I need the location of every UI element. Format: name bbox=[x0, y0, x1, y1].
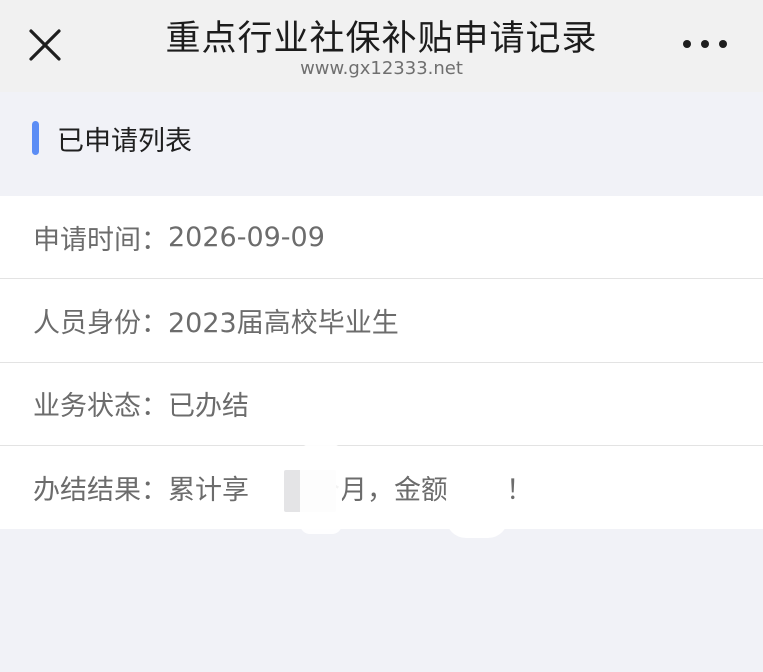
section-header: 已申请列表 bbox=[32, 118, 192, 158]
record-value-part: ！ bbox=[506, 474, 533, 506]
record-row-apply-time: 申请时间： 2026-09-09 bbox=[0, 196, 763, 280]
redaction-mark bbox=[446, 462, 508, 538]
title-bar: 重点行业社保补贴申请记录 www.gx12333.net bbox=[0, 0, 763, 92]
redaction-mark bbox=[300, 444, 342, 534]
record-label: 业务状态： bbox=[33, 391, 168, 423]
page-title: 重点行业社保补贴申请记录 bbox=[165, 19, 598, 59]
section-title: 已申请列表 bbox=[57, 125, 192, 157]
more-icon bbox=[683, 40, 691, 48]
record-row-identity: 人员身份： 2023届高校毕业生 bbox=[0, 279, 763, 363]
record-row-status: 业务状态： 已办结 bbox=[0, 363, 763, 446]
page-url: www.gx12333.net bbox=[300, 58, 463, 79]
record-label: 人员身份： bbox=[33, 307, 168, 339]
more-button[interactable] bbox=[683, 36, 727, 52]
record-card: 申请时间： 2026-09-09 人员身份： 2023届高校毕业生 业务状态： … bbox=[0, 196, 763, 529]
app-page: 重点行业社保补贴申请记录 www.gx12333.net 已申请列表 申请时间：… bbox=[0, 0, 763, 672]
record-label: 申请时间： bbox=[33, 224, 168, 256]
record-label: 办结结果： bbox=[33, 474, 168, 506]
record-value: 2023届高校毕业生 bbox=[168, 307, 399, 339]
record-row-result: 办结结果： 累计享 个月，金额 ！ bbox=[0, 446, 763, 529]
more-icon-dot bbox=[701, 40, 709, 48]
section-accent-bar bbox=[32, 121, 39, 155]
more-icon-dot bbox=[719, 40, 727, 48]
record-value-part: 累计享 bbox=[168, 474, 249, 506]
record-value: 已办结 bbox=[168, 391, 249, 423]
record-value: 2026-09-09 bbox=[168, 221, 325, 253]
